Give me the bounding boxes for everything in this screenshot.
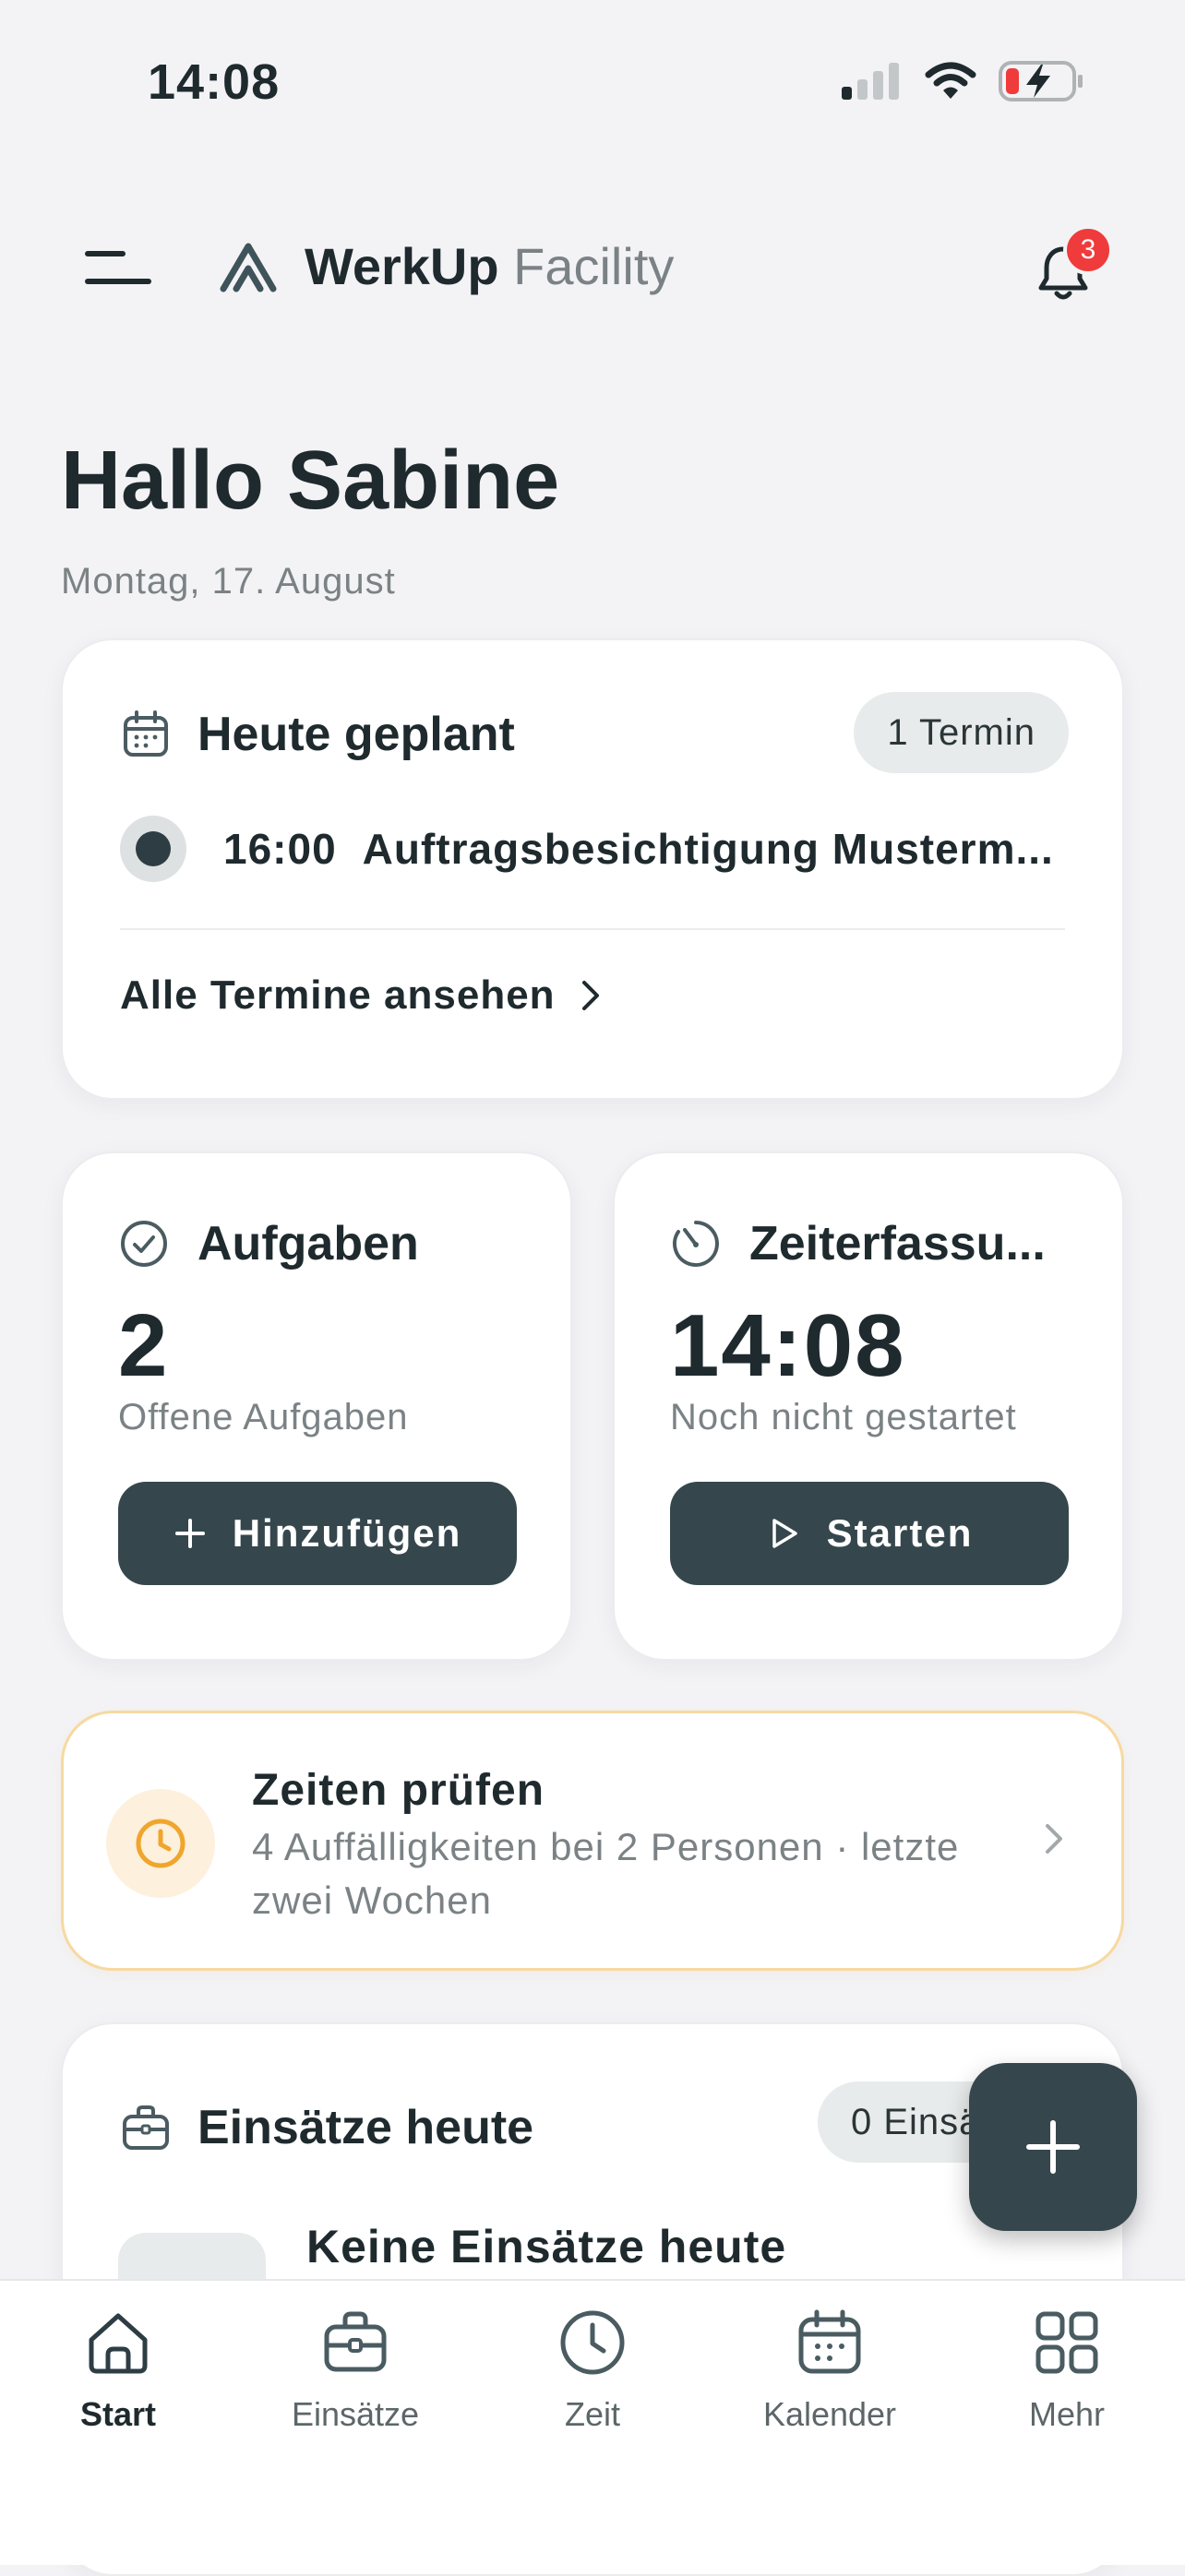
- stopwatch-icon: [673, 1221, 719, 1267]
- tab-kalender-label: Kalender: [762, 2395, 897, 2433]
- cellular-signal-icon: [842, 63, 899, 100]
- floating-add-button[interactable]: [969, 2063, 1137, 2231]
- appointment-item[interactable]: 16:00 Auftragsbesichtigung Musterm...: [120, 816, 1054, 882]
- tasks-card[interactable]: Aufgaben 2 Offene Aufgaben Hinzufügen: [61, 1151, 572, 1661]
- check-times-card[interactable]: Zeiten prüfen 4 Auffälligkeiten bei 2 Pe…: [61, 1711, 1124, 1971]
- tab-mehr[interactable]: Mehr: [975, 2307, 1159, 2434]
- wifi-icon: [925, 62, 976, 99]
- check-circle-icon: [121, 1221, 167, 1267]
- assignments-card-header: Einsätze heute: [120, 2100, 533, 2155]
- battery-charging-icon: [999, 61, 1083, 101]
- today-card-title: Heute geplant: [198, 708, 515, 761]
- brand-light: Facility: [513, 237, 675, 295]
- start-tracking-button[interactable]: Starten: [670, 1482, 1069, 1585]
- open-tasks-label: Offene Aufgaben: [118, 1397, 409, 1437]
- warning-clock-badge: [106, 1789, 215, 1898]
- open-tasks-count: 2: [118, 1296, 170, 1395]
- tab-start[interactable]: Start: [26, 2307, 210, 2434]
- current-time-display: 14:08: [670, 1296, 906, 1395]
- plus-icon: [1026, 2120, 1080, 2174]
- werkup-logo-icon: [220, 243, 277, 292]
- notification-badge: 3: [1063, 225, 1113, 275]
- bottom-tab-bar: Start Einsätze Zeit Kalender Mehr: [0, 2279, 1185, 2565]
- briefcase-icon: [123, 2105, 169, 2150]
- tab-einsaetze[interactable]: Einsätze: [263, 2307, 448, 2434]
- time-tracking-title: Zeiterfassu...: [749, 1217, 1046, 1270]
- play-icon: [772, 1519, 797, 1548]
- empty-state-title: Keine Einsätze heute: [306, 2221, 787, 2272]
- appointment-time: 16:00: [223, 825, 337, 873]
- plus-icon: [174, 1519, 205, 1548]
- tasks-card-title: Aufgaben: [198, 1217, 419, 1270]
- tab-start-label: Start: [79, 2395, 157, 2433]
- chevron-right-icon: [581, 981, 599, 1010]
- today-card-header: Heute geplant: [120, 707, 515, 762]
- tab-mehr-label: Mehr: [1028, 2395, 1106, 2433]
- app-name: WerkUp Facility: [305, 236, 674, 296]
- current-date: Montag, 17. August: [61, 561, 396, 602]
- calendar-icon: [798, 2309, 861, 2374]
- briefcase-icon: [324, 2311, 387, 2372]
- time-tracking-card[interactable]: Zeiterfassu... 14:08 Noch nicht gestarte…: [613, 1151, 1124, 1661]
- appointment-status-dot: [120, 816, 186, 882]
- calendar-icon: [124, 710, 168, 757]
- menu-icon: [85, 251, 151, 284]
- time-tracking-status: Noch nicht gestartet: [670, 1397, 1017, 1437]
- grid-icon: [1035, 2311, 1098, 2374]
- home-icon: [89, 2313, 148, 2374]
- all-appointments-label: Alle Termine ansehen: [120, 972, 556, 1018]
- tab-zeit-label: Zeit: [564, 2395, 620, 2433]
- clock-warning-icon: [136, 1819, 186, 1868]
- assignments-card-title: Einsätze heute: [198, 2101, 534, 2154]
- greeting-title: Hallo Sabine: [61, 435, 560, 527]
- today-card: Heute geplant 1 Termin 16:00 Auftragsbes…: [61, 638, 1124, 1100]
- tab-zeit[interactable]: Zeit: [500, 2307, 685, 2434]
- menu-button[interactable]: [83, 247, 155, 290]
- brand-bold: WerkUp: [305, 237, 499, 295]
- clock-icon: [560, 2310, 625, 2375]
- appointment-title: Auftragsbesichtigung Musterm...: [362, 825, 1054, 873]
- status-time: 14:08: [148, 54, 281, 110]
- tasks-card-header: Aufgaben: [118, 1216, 419, 1271]
- start-tracking-label: Starten: [826, 1511, 974, 1555]
- time-tracking-header: Zeiterfassu...: [670, 1216, 1046, 1271]
- status-icons: [842, 61, 1083, 101]
- divider: [120, 928, 1065, 930]
- add-task-label: Hinzufügen: [232, 1511, 462, 1555]
- tab-einsaetze-label: Einsätze: [291, 2395, 420, 2433]
- chevron-right-icon: [1046, 1824, 1062, 1854]
- add-task-button[interactable]: Hinzufügen: [118, 1482, 517, 1585]
- app-logo: WerkUp Facility: [220, 236, 674, 296]
- appointment-count-badge: 1 Termin: [854, 692, 1069, 773]
- all-appointments-link[interactable]: Alle Termine ansehen: [120, 972, 602, 1019]
- tab-kalender[interactable]: Kalender: [737, 2307, 922, 2434]
- check-times-title: Zeiten prüfen: [252, 1766, 545, 1815]
- check-times-description: 4 Auffälligkeiten bei 2 Personen · letzt…: [252, 1825, 960, 1922]
